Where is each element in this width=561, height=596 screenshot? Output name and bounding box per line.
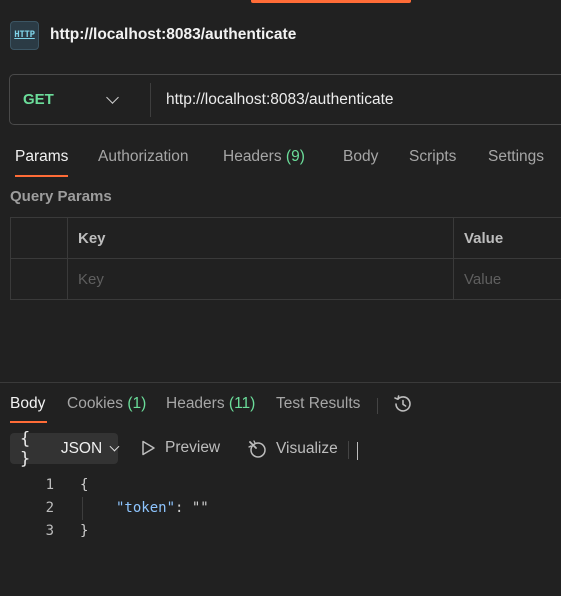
history-icon[interactable] (392, 393, 414, 415)
tab-headers[interactable]: Headers (9) (223, 148, 305, 166)
open-brace: { (80, 477, 89, 493)
json-key: "token" (116, 500, 176, 516)
url-input[interactable] (151, 75, 561, 124)
response-tab-test-results[interactable]: Test Results (276, 395, 360, 413)
line-number: 1 (45, 477, 54, 493)
braces-icon: { } (20, 428, 32, 469)
visualize-button[interactable]: Visualize (247, 439, 338, 459)
row-select-cell (10, 258, 68, 300)
json-colon: : (175, 500, 192, 516)
query-params-empty-row (10, 258, 561, 300)
tab-settings[interactable]: Settings (488, 148, 544, 166)
select-column-header (10, 217, 68, 259)
chevron-down-icon (357, 442, 358, 460)
response-tab-headers[interactable]: Headers (11) (166, 395, 255, 413)
query-params-header-row: Key Value (10, 217, 561, 259)
response-active-underline (10, 421, 47, 423)
postman-request-page: HTTP http://localhost:8083/authenticate … (0, 0, 561, 596)
format-label: JSON (60, 439, 103, 457)
http-icon: HTTP (10, 20, 39, 50)
response-body-editor[interactable]: 1 { 2 "token": "" 3 } (0, 474, 561, 543)
visualize-icon (248, 440, 266, 458)
chevron-down-icon (109, 441, 120, 451)
indent-guide (82, 497, 83, 520)
visualize-label: Visualize (276, 440, 338, 457)
response-tab-headers-count: (11) (228, 395, 256, 412)
query-params-title: Query Params (10, 188, 112, 205)
line-number: 2 (45, 500, 54, 516)
visualize-options-button[interactable] (357, 442, 369, 460)
response-tab-cookies[interactable]: Cookies (1) (67, 395, 146, 413)
request-tabs: Params Authorization Headers (9) Body Sc… (0, 140, 561, 180)
request-title-row: HTTP http://localhost:8083/authenticate (10, 20, 296, 50)
response-tabs: Body Cookies (1) Headers (11) Test Resul… (0, 384, 561, 424)
method-label: GET (23, 91, 54, 108)
response-divider[interactable] (0, 382, 561, 383)
tab-authorization[interactable]: Authorization (98, 148, 188, 166)
tab-headers-label: Headers (223, 148, 282, 165)
value-cell (453, 258, 561, 300)
line-number: 3 (45, 523, 54, 539)
response-tab-headers-label: Headers (166, 395, 225, 412)
close-brace: } (80, 523, 89, 539)
active-tab-underline (15, 175, 68, 177)
tab-scripts[interactable]: Scripts (409, 148, 456, 166)
url-bar: GET (9, 74, 561, 125)
code-line: 2 "token": "" (0, 497, 561, 520)
response-toolbar: { } JSON Preview Visualize (0, 429, 561, 469)
value-column-header: Value (453, 217, 561, 259)
tab-params[interactable]: Params (15, 148, 68, 166)
preview-button[interactable]: Preview (141, 439, 220, 457)
query-params-table: Key Value (10, 217, 561, 300)
visualize-separator (348, 441, 349, 459)
response-tab-cookies-label: Cookies (67, 395, 123, 412)
active-tab-accent (251, 0, 411, 3)
format-select[interactable]: { } JSON (10, 429, 120, 469)
key-column-header: Key (67, 217, 454, 259)
json-pair: "token": "" (116, 497, 209, 520)
param-key-input[interactable] (78, 270, 453, 288)
tab-headers-count: (9) (285, 148, 305, 165)
request-title[interactable]: http://localhost:8083/authenticate (50, 26, 296, 44)
tab-body[interactable]: Body (343, 148, 378, 166)
chevron-down-icon (106, 90, 119, 104)
play-icon (142, 440, 155, 456)
code-line: 1 { (0, 474, 561, 497)
json-value: "" (191, 500, 209, 516)
code-line: 3 } (0, 520, 561, 543)
response-tabs-separator (377, 398, 378, 414)
response-tab-cookies-count: (1) (127, 395, 147, 412)
response-tab-body[interactable]: Body (10, 395, 45, 413)
key-cell (67, 258, 454, 300)
param-value-input[interactable] (464, 270, 561, 288)
method-select[interactable]: GET (10, 75, 150, 124)
preview-label: Preview (165, 439, 221, 456)
